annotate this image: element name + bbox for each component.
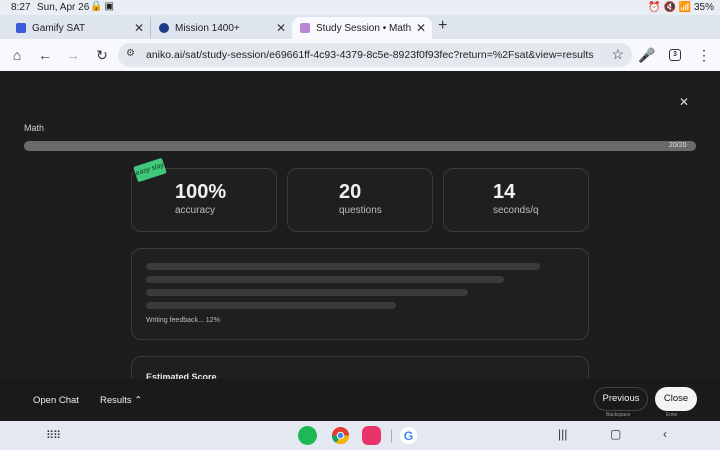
reload-icon[interactable]: ↻	[92, 45, 112, 65]
accuracy-card: 100% accuracy	[131, 168, 277, 232]
bookmark-star-icon[interactable]: ☆	[611, 46, 624, 63]
back-nav-icon[interactable]: ‹	[663, 427, 667, 441]
home-nav-icon[interactable]: ▢	[610, 427, 621, 441]
gamify-favicon-icon	[16, 23, 26, 33]
questions-label: questions	[339, 205, 382, 216]
speed-label: seconds/q	[493, 205, 539, 216]
microphone-icon[interactable]: 🎤	[637, 45, 657, 65]
mission-favicon-icon	[159, 23, 169, 33]
feedback-card: Writing feedback... 12%	[131, 248, 589, 340]
url-text: aniko.ai/sat/study-session/e69661ff-4c93…	[146, 49, 594, 61]
tab-gamify-sat[interactable]: Gamify SAT ✕	[8, 17, 150, 39]
notification-icons: 🔒▣	[90, 1, 116, 12]
chevron-up-icon: ⌃	[134, 395, 143, 406]
address-bar[interactable]: ⚙ aniko.ai/sat/study-session/e69661ff-4c…	[118, 43, 632, 67]
android-nav-bar: ⠿⠿ G ||| ▢ ‹	[0, 421, 720, 450]
home-icon[interactable]: ⌂	[7, 45, 27, 65]
svg-text:G: G	[404, 429, 414, 443]
alarm-icon: ⏰	[648, 2, 661, 13]
status-time: 8:27	[11, 2, 31, 13]
close-shortcut-hint: Enter	[666, 412, 678, 418]
progress-bar	[24, 141, 696, 151]
close-tab-icon[interactable]: ✕	[416, 21, 426, 35]
chrome-app-icon[interactable]	[331, 426, 350, 445]
accuracy-value: 100%	[175, 181, 227, 203]
tab-mission-1400[interactable]: Mission 1400+ ✕	[150, 17, 292, 39]
skeleton-line	[146, 276, 504, 283]
browser-toolbar: ⌂ ← → ↻ ⚙ aniko.ai/sat/study-session/e69…	[0, 39, 720, 71]
progress-count: 20/20	[669, 142, 687, 149]
status-bar: 8:27 Sun, Apr 26 🔒▣ ⏰ 🔇 📶 35%	[0, 0, 720, 15]
status-date: Sun, Apr 26	[37, 2, 90, 13]
questions-card: 20 questions	[287, 168, 433, 232]
aniko-favicon-icon	[300, 23, 310, 33]
skeleton-line	[146, 289, 468, 296]
feedback-status: Writing feedback... 12%	[146, 317, 220, 324]
new-tab-icon[interactable]: +	[438, 17, 447, 35]
tab-switcher-button[interactable]: 3	[669, 49, 681, 61]
speed-value: 14	[493, 181, 516, 203]
previous-button[interactable]: Previous	[594, 387, 648, 411]
app-drawer-icon[interactable]: ⠿⠿	[46, 429, 61, 442]
tab-label: Mission 1400+	[175, 22, 240, 34]
back-icon[interactable]: ←	[35, 45, 55, 65]
skeleton-line	[146, 263, 540, 270]
bottom-action-bar: Open Chat Results ⌃ Previous Backspace C…	[0, 379, 720, 421]
forward-icon[interactable]: →	[63, 45, 83, 65]
questions-value: 20	[339, 181, 362, 203]
tab-strip: Gamify SAT ✕ Mission 1400+ ✕ Study Sessi…	[0, 15, 720, 39]
previous-shortcut-hint: Backspace	[606, 412, 631, 418]
progress-fill	[24, 141, 696, 151]
tab-label: Study Session • Math • 0/20	[316, 22, 414, 34]
battery-level: 35%	[693, 2, 714, 13]
subject-label: Math	[24, 123, 45, 133]
study-session-page: ✕ Math 20/20 100% accuracy easy slay 20 …	[0, 71, 720, 421]
close-button[interactable]: Close	[655, 387, 697, 411]
recents-icon[interactable]: |||	[558, 427, 567, 441]
skeleton-line	[146, 302, 396, 309]
results-label: Results	[100, 395, 132, 406]
close-session-icon[interactable]: ✕	[679, 95, 689, 109]
wifi-icon: 📶	[678, 2, 692, 13]
close-tab-icon[interactable]: ✕	[276, 21, 286, 35]
accuracy-label: accuracy	[175, 205, 216, 216]
mute-icon: 🔇	[663, 2, 676, 13]
dock-separator	[391, 429, 392, 443]
tab-study-session[interactable]: Study Session • Math • 0/20 ✕	[292, 17, 432, 39]
close-tab-icon[interactable]: ✕	[134, 21, 144, 35]
tab-label: Gamify SAT	[32, 22, 86, 34]
google-app-icon[interactable]: G	[399, 426, 418, 445]
speed-card: 14 seconds/q	[443, 168, 589, 232]
results-toggle[interactable]: Results ⌃	[100, 395, 142, 406]
more-menu-icon[interactable]: ⋮	[694, 45, 714, 65]
camera-app-icon[interactable]	[362, 426, 381, 445]
site-settings-icon[interactable]: ⚙	[126, 48, 135, 59]
status-right: ⏰ 🔇 📶 35%	[648, 2, 714, 13]
phone-app-icon[interactable]	[298, 426, 317, 445]
open-chat-button[interactable]: Open Chat	[33, 395, 79, 406]
